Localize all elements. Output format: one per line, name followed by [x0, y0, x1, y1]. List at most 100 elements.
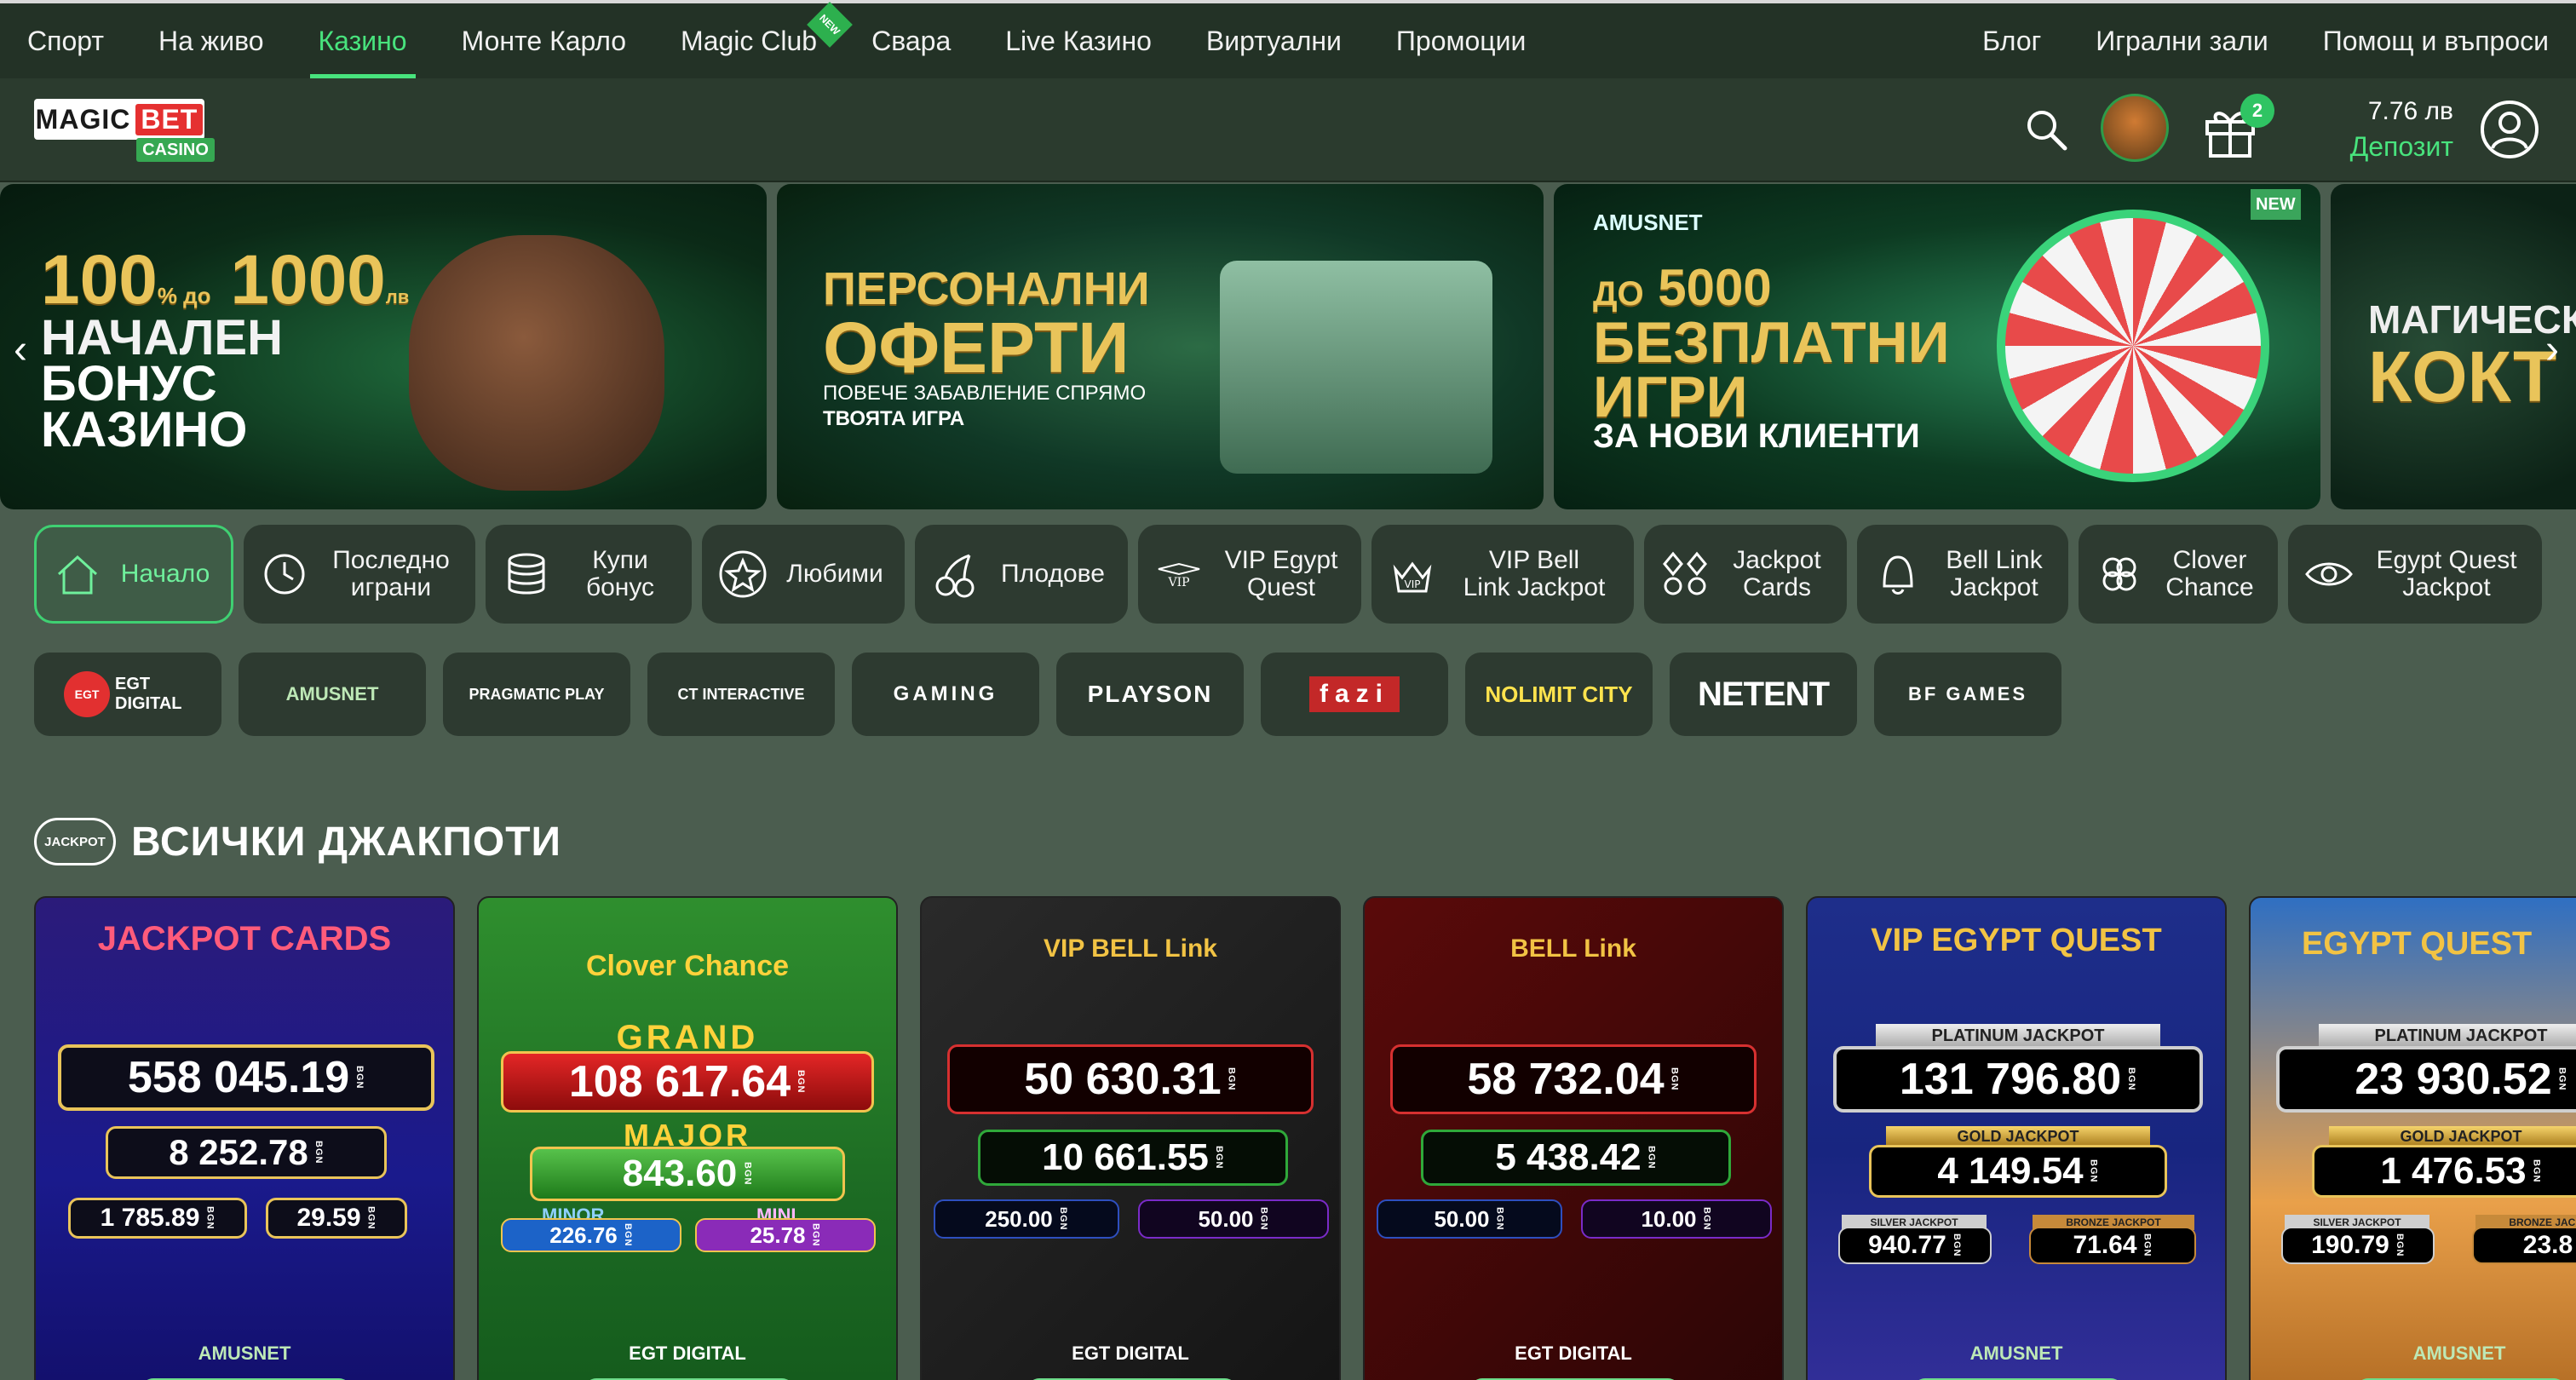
jackpots-section-header: JACKPOT ВСИЧКИ ДЖАКПОТИ — [34, 816, 561, 867]
nav-monte-carlo[interactable]: Монте Карло — [434, 3, 653, 78]
nav-live-casino[interactable]: Live Казино — [978, 3, 1179, 78]
search-icon[interactable] — [2019, 102, 2073, 157]
recent-icon — [264, 554, 305, 595]
category-vip-egypt-quest[interactable]: VIP VIP Egypt Quest — [1138, 525, 1361, 624]
balance-amount: 7.76 лв — [2367, 97, 2453, 125]
nav-live[interactable]: На живо — [131, 3, 291, 78]
category-fruits[interactable]: Плодове — [915, 525, 1128, 624]
jackpot-card[interactable]: EGYPT QUEST PLATINUM JACKPOT 23 930.52 BG… — [2249, 896, 2576, 1380]
category-label: Купи бонус — [585, 546, 655, 601]
provider-ct-interactive[interactable]: CT INTERACTIVE — [647, 653, 835, 736]
logo-casino-tag: CASINO — [136, 138, 215, 162]
jackpot-value-4: 29.59 BGN — [266, 1198, 407, 1239]
jackpot-card[interactable]: VIP EGYPT QUEST PLATINUM JACKPOT 131 796… — [1806, 896, 2227, 1380]
site-header: MAGIC BET CASINO 2 7.76 лв Депозит — [0, 78, 2576, 182]
provider-egt-digital[interactable]: EGT EGT DIGITAL — [34, 653, 221, 736]
provider-name: fazi — [1308, 676, 1400, 712]
nav-svara[interactable]: Сварa — [844, 3, 978, 78]
category-label: Последно играни — [332, 546, 450, 601]
provider-amusnet[interactable]: AMUSNET — [239, 653, 426, 736]
category-favourites[interactable]: Любими — [702, 525, 905, 624]
vip-egypt-icon: VIP — [1158, 562, 1200, 589]
nav-casino[interactable]: Казино — [291, 3, 434, 78]
jackpot-badge-icon: JACKPOT — [34, 818, 116, 865]
provider-name: EGT DIGITAL — [115, 675, 182, 713]
coin-bag-illustration — [409, 235, 664, 491]
category-recent[interactable]: Последно играни — [244, 525, 475, 624]
top-navigation: Спорт На живо Казино Монте Карло Magic C… — [0, 0, 2576, 78]
coins-icon — [508, 553, 545, 595]
provider-pragmatic[interactable]: PRAGMATIC PLAY — [443, 653, 630, 736]
banner3-line2: БЕЗПЛАТНИ — [1593, 310, 1950, 375]
new-ribbon: NEW — [2251, 189, 2301, 220]
nav-blog[interactable]: Блог — [1955, 3, 2068, 78]
nav-magic-club-label: Magic Club — [681, 25, 818, 56]
jackpot-value-4: 10.00 BGN — [1581, 1199, 1772, 1239]
promo-carousel: 100% до 1000лв НАЧАЛЕН БОНУС КАЗИНО ПЕРС… — [0, 182, 2576, 511]
jackpot-value-2: 8 252.78 BGN — [106, 1126, 387, 1179]
jackpot-value-1: 23 930.52 BGN — [2276, 1046, 2576, 1113]
nav-promotions[interactable]: Промоции — [1369, 3, 1553, 78]
gift-count-badge: 2 — [2240, 94, 2274, 128]
card-title: JACKPOT CARDS — [97, 920, 392, 957]
category-buy-bonus[interactable]: Купи бонус — [486, 525, 692, 624]
provider-bf-games[interactable]: BF GAMES — [1874, 653, 2061, 736]
carousel-next-arrow[interactable]: › — [2535, 324, 2569, 375]
user-account-icon[interactable] — [2477, 97, 2542, 162]
balance-block[interactable]: 7.76 лв Депозит — [2326, 97, 2453, 163]
platinum-label: PLATINUM JACKPOT — [1876, 1024, 2160, 1048]
jackpot-card[interactable]: Clover Chance GRAND 108 617.64 BGN MAJOR … — [477, 896, 898, 1380]
category-vip-bell-link[interactable]: VIP VIP Bell Link Jackpot — [1371, 525, 1634, 624]
jackpot-value-3: 250.00 BGN — [934, 1199, 1119, 1239]
category-egypt-quest-jackpot[interactable]: Egypt Quest Jackpot — [2288, 525, 2542, 624]
nav-virtual[interactable]: Виртуални — [1179, 3, 1369, 78]
gold-label: GOLD JACKPOT — [2329, 1126, 2576, 1147]
nav-magic-club[interactable]: Magic Club NEW — [653, 2, 853, 78]
prize-wheel-illustration — [1997, 210, 2269, 482]
jackpot-card[interactable]: BELL Link 58 732.04 BGN 5 438.42 BGN 50.00… — [1363, 896, 1784, 1380]
jackpot-card[interactable]: JACKPOT CARDS 558 045.19 BGN 8 252.78 BGN … — [34, 896, 455, 1380]
provider-nolimit[interactable]: NOLIMIT CITY — [1465, 653, 1653, 736]
banner1-headline: 100% до 1000лв — [41, 241, 410, 319]
carousel-prev-arrow[interactable]: ‹ — [3, 324, 37, 375]
banner2-line2: ОФЕРТИ — [823, 308, 1130, 388]
provider-netent[interactable]: NETENT — [1670, 653, 1857, 736]
tiki-avatar[interactable] — [2101, 94, 2169, 162]
category-label: Egypt Quest Jackpot — [2376, 546, 2517, 601]
banner-free-spins[interactable]: AMUSNET ДО 5000 БЕЗПЛАТНИ ИГРИ ЗА НОВИ К… — [1554, 184, 2320, 509]
banner-personal-offers[interactable]: ПЕРСОНАЛНИ ОФЕРТИ ПОВЕЧЕ ЗАБАВЛЕНИЕ СПРЯ… — [777, 184, 1544, 509]
clover-icon — [2102, 557, 2136, 591]
jackpot-value-1: 58 732.04 BGN — [1390, 1044, 1757, 1114]
jackpot-card[interactable]: VIP BELL Link 50 630.31 BGN 10 661.55 BGN … — [920, 896, 1341, 1380]
nav-gaming-halls[interactable]: Игрални зали — [2068, 3, 2295, 78]
jackpot-value-1: 50 630.31 BGN — [947, 1044, 1314, 1114]
banner-welcome-bonus[interactable]: 100% до 1000лв НАЧАЛЕН БОНУС КАЗИНО — [0, 184, 767, 509]
star-icon — [719, 550, 767, 598]
category-bell-link[interactable]: Bell Link Jackpot — [1857, 525, 2068, 624]
category-clover-chance[interactable]: Clover Chance — [2079, 525, 2278, 624]
category-label: Плодове — [1001, 560, 1105, 588]
jackpot-value-2: 843.60 BGN — [530, 1147, 845, 1201]
amusnet-brand: AMUSNET — [1593, 210, 1703, 235]
card-title: EGYPT QUEST — [2302, 926, 2533, 962]
gold-label: GOLD JACKPOT — [1886, 1126, 2150, 1147]
provider-gaming[interactable]: GAMING — [852, 653, 1039, 736]
svg-text:VIP: VIP — [1167, 576, 1189, 589]
provider-playson[interactable]: PLAYSON — [1056, 653, 1244, 736]
banner2-line4: ТВОЯТА ИГРА — [823, 407, 965, 430]
magicbet-logo[interactable]: MAGIC BET CASINO — [34, 99, 215, 162]
cherry-icon — [935, 554, 975, 598]
provider-fazi[interactable]: fazi — [1261, 653, 1448, 736]
nav-sport[interactable]: Спорт — [0, 3, 131, 78]
deposit-link[interactable]: Депозит — [2326, 131, 2453, 163]
jackpot-value-1: 131 796.80 BGN — [1833, 1046, 2203, 1113]
category-label: VIP Bell Link Jackpot — [1463, 546, 1606, 601]
card-provider: AMUSNET — [1969, 1343, 2063, 1364]
jackpot-value-3: 940.77 BGN — [1838, 1227, 1992, 1264]
category-label: Начало — [120, 560, 210, 588]
jackpot-value-3: 226.76 BGN — [501, 1218, 681, 1252]
section-title: ВСИЧКИ ДЖАКПОТИ — [131, 819, 562, 865]
category-jackpot-cards[interactable]: Jackpot Cards — [1644, 525, 1847, 624]
nav-help[interactable]: Помощ и въпроси — [2296, 3, 2549, 78]
category-home[interactable]: Начало — [34, 525, 233, 624]
